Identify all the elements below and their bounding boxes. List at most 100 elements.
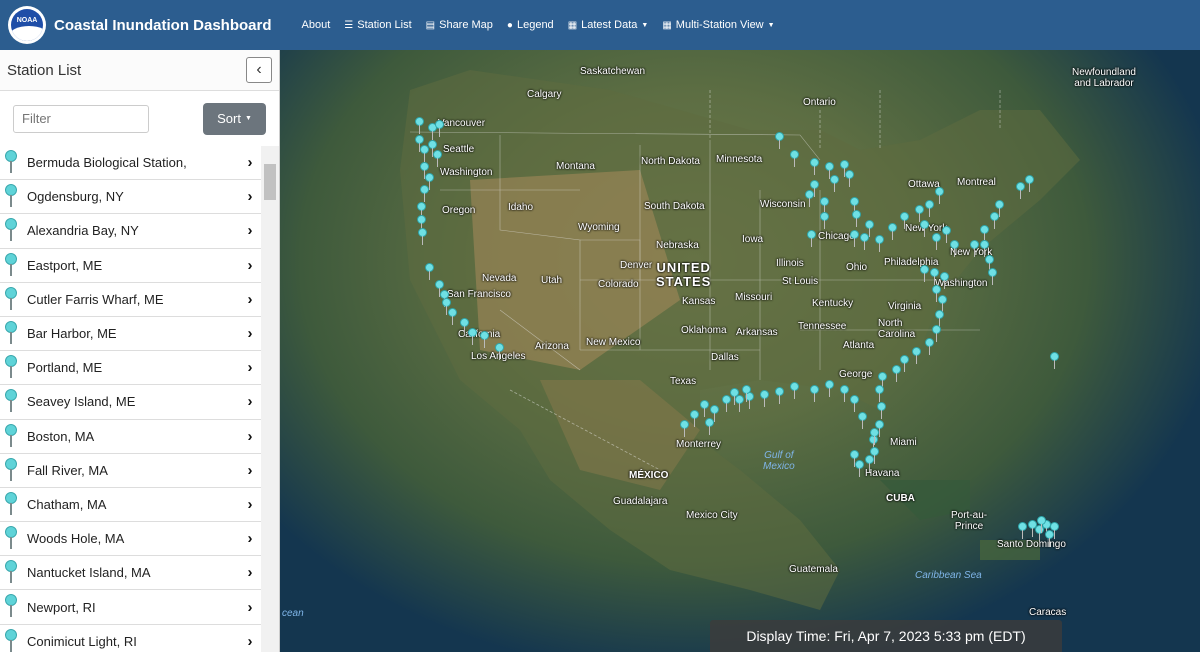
station-marker[interactable]: [920, 220, 929, 237]
station-marker[interactable]: [950, 240, 959, 257]
station-marker[interactable]: [858, 412, 867, 429]
station-marker[interactable]: [940, 272, 949, 289]
station-marker[interactable]: [680, 420, 689, 437]
station-marker[interactable]: [988, 268, 997, 285]
station-list-item[interactable]: Fall River, MA ›: [0, 454, 261, 488]
nav-latest-data[interactable]: ▦ Latest Data ▼: [568, 19, 649, 31]
collapse-panel-button[interactable]: ‹: [246, 57, 272, 83]
station-marker[interactable]: [995, 200, 1004, 217]
filter-input[interactable]: [13, 104, 149, 133]
nav-multi-station-view[interactable]: ▦ Multi-Station View ▼: [662, 19, 774, 31]
sort-button[interactable]: Sort ▼: [203, 102, 266, 135]
station-marker[interactable]: [807, 230, 816, 247]
station-list-item[interactable]: Bar Harbor, ME ›: [0, 317, 261, 352]
station-marker[interactable]: [495, 343, 504, 360]
chevron-right-icon[interactable]: ›: [241, 599, 259, 616]
station-list-item[interactable]: Portland, ME ›: [0, 351, 261, 386]
station-marker[interactable]: [877, 402, 886, 419]
station-marker[interactable]: [1045, 530, 1054, 547]
station-marker[interactable]: [865, 220, 874, 237]
station-list-item[interactable]: Woods Hole, MA ›: [0, 522, 261, 557]
station-marker[interactable]: [468, 328, 477, 345]
station-marker[interactable]: [1050, 352, 1059, 369]
station-marker[interactable]: [870, 428, 879, 445]
chevron-right-icon[interactable]: ›: [241, 291, 259, 308]
chevron-right-icon[interactable]: ›: [241, 257, 259, 274]
station-marker[interactable]: [865, 455, 874, 472]
station-marker[interactable]: [775, 387, 784, 404]
station-list-item[interactable]: Bermuda Biological Station, ›: [0, 146, 261, 181]
noaa-logo[interactable]: NOAA: [8, 6, 46, 44]
station-marker[interactable]: [875, 235, 884, 252]
chevron-right-icon[interactable]: ›: [241, 393, 259, 410]
station-marker[interactable]: [935, 187, 944, 204]
station-list-item[interactable]: Conimicut Light, RI ›: [0, 625, 261, 652]
nav-share-map[interactable]: ▤ Share Map: [426, 19, 493, 31]
chevron-right-icon[interactable]: ›: [241, 530, 259, 547]
chevron-right-icon[interactable]: ›: [241, 188, 259, 205]
station-marker[interactable]: [1025, 175, 1034, 192]
station-list-item[interactable]: Newport, RI ›: [0, 590, 261, 625]
station-marker[interactable]: [892, 365, 901, 382]
chevron-right-icon[interactable]: ›: [241, 462, 259, 479]
station-marker[interactable]: [705, 418, 714, 435]
nav-legend[interactable]: ● Legend: [507, 19, 554, 31]
station-list-item[interactable]: Cutler Farris Wharf, ME ›: [0, 283, 261, 317]
station-marker[interactable]: [480, 331, 489, 348]
chevron-right-icon[interactable]: ›: [241, 154, 259, 171]
station-marker[interactable]: [900, 355, 909, 372]
station-marker[interactable]: [932, 233, 941, 250]
station-marker[interactable]: [875, 385, 884, 402]
chevron-right-icon[interactable]: ›: [241, 222, 259, 239]
station-marker[interactable]: [830, 175, 839, 192]
station-marker[interactable]: [775, 132, 784, 149]
station-marker[interactable]: [888, 223, 897, 240]
nav-station-list[interactable]: ☰ Station List: [344, 19, 411, 31]
station-marker[interactable]: [690, 410, 699, 427]
station-marker[interactable]: [448, 308, 457, 325]
station-marker[interactable]: [790, 382, 799, 399]
scrollbar-thumb[interactable]: [264, 164, 276, 200]
scrollbar[interactable]: [261, 146, 279, 652]
map-view[interactable]: Saskatchewan Calgary Ontario Newfoundlan…: [280, 50, 1200, 652]
station-marker[interactable]: [850, 395, 859, 412]
chevron-right-icon[interactable]: ›: [241, 633, 259, 650]
station-marker[interactable]: [925, 338, 934, 355]
station-marker[interactable]: [735, 395, 744, 412]
chevron-right-icon[interactable]: ›: [241, 325, 259, 342]
chevron-right-icon[interactable]: ›: [241, 428, 259, 445]
station-marker[interactable]: [925, 200, 934, 217]
station-marker[interactable]: [920, 265, 929, 282]
station-marker[interactable]: [912, 347, 921, 364]
station-marker[interactable]: [760, 390, 769, 407]
station-marker[interactable]: [825, 380, 834, 397]
station-marker[interactable]: [425, 263, 434, 280]
station-list-item[interactable]: Nantucket Island, MA ›: [0, 556, 261, 591]
station-marker[interactable]: [810, 158, 819, 175]
station-marker[interactable]: [435, 120, 444, 137]
station-marker[interactable]: [852, 210, 861, 227]
station-marker[interactable]: [1018, 522, 1027, 539]
station-list-item[interactable]: Chatham, MA ›: [0, 488, 261, 523]
station-marker[interactable]: [433, 150, 442, 167]
station-marker[interactable]: [820, 212, 829, 229]
station-marker[interactable]: [420, 185, 429, 202]
station-marker[interactable]: [970, 240, 979, 257]
chevron-right-icon[interactable]: ›: [241, 359, 259, 376]
chevron-right-icon[interactable]: ›: [241, 564, 259, 581]
station-marker[interactable]: [810, 385, 819, 402]
station-list-item[interactable]: Eastport, ME ›: [0, 249, 261, 283]
station-marker[interactable]: [840, 385, 849, 402]
station-marker[interactable]: [900, 212, 909, 229]
station-list-item[interactable]: Alexandria Bay, NY ›: [0, 214, 261, 249]
station-list-item[interactable]: Boston, MA ›: [0, 420, 261, 454]
station-list[interactable]: Bermuda Biological Station, › Ogdensburg, …: [0, 146, 279, 652]
station-marker[interactable]: [850, 230, 859, 247]
station-marker[interactable]: [415, 117, 424, 134]
station-marker[interactable]: [845, 170, 854, 187]
station-marker[interactable]: [930, 268, 939, 285]
app-title[interactable]: Coastal Inundation Dashboard: [54, 17, 272, 34]
nav-about[interactable]: About: [302, 19, 331, 31]
station-marker[interactable]: [700, 400, 709, 417]
station-marker[interactable]: [850, 450, 859, 467]
